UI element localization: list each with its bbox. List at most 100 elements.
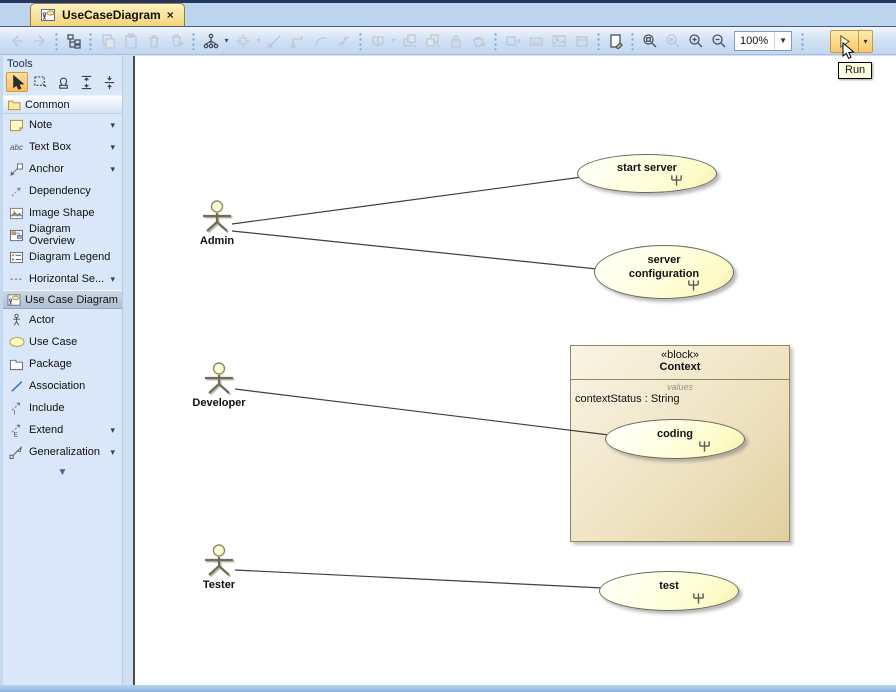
svg-text:E: E [14, 433, 18, 437]
zoom-level-combobox[interactable]: 100% ▼ [734, 31, 792, 51]
decomposition-icon [670, 174, 683, 187]
generalization-icon [8, 445, 25, 459]
sidebar-item-actor[interactable]: Actor [3, 309, 122, 331]
more-tools-chevron-icon[interactable]: ▼ [3, 463, 122, 478]
tab-bar: UseCaseDiagram × [0, 0, 896, 26]
usecase-server-configuration[interactable]: server configuration [594, 245, 734, 299]
delete-from-model-icon[interactable] [165, 30, 188, 52]
tab-usecasediagram[interactable]: UseCaseDiagram × [30, 3, 185, 26]
sidebar-item-generalization[interactable]: Generalization ▾ [3, 441, 122, 463]
decomposition-icon [698, 440, 711, 453]
layout-tree-icon[interactable] [199, 30, 222, 52]
sidebar-item-note[interactable]: Note ▾ [3, 114, 122, 136]
marquee-select-tool-button[interactable] [29, 72, 51, 92]
sidebar-item-include[interactable]: I Include [3, 397, 122, 419]
actor-name: Tester [189, 579, 249, 591]
tab-close-icon[interactable]: × [167, 8, 174, 22]
item-label: Use Case [29, 336, 77, 348]
fill-reset-icon[interactable] [467, 30, 490, 52]
sidebar-item-package[interactable]: Package [3, 353, 122, 375]
chevron-down-icon[interactable]: ▾ [110, 120, 118, 131]
zoom-region-icon[interactable] [638, 30, 661, 52]
send-to-back-icon[interactable] [421, 30, 444, 52]
sticky-tool-button[interactable] [52, 72, 74, 92]
layout-quick-icon[interactable] [231, 30, 254, 52]
association-developer-coding[interactable] [235, 389, 609, 435]
sidebar-item-association[interactable]: Association [3, 375, 122, 397]
section-common[interactable]: Common [3, 95, 122, 114]
section-use-case-diagram[interactable]: Use Case Diagram [3, 290, 122, 309]
line-straight-icon[interactable] [263, 30, 286, 52]
zoom-fit-icon[interactable] [661, 30, 684, 52]
line-curved-icon[interactable] [309, 30, 332, 52]
sidebar-item-image-shape[interactable]: Image Shape [3, 202, 122, 224]
item-label: Diagram Overview [29, 223, 118, 247]
keyboard-icon[interactable] [524, 30, 547, 52]
usecase-diagram-small-icon [7, 294, 21, 306]
zoom-out-icon[interactable] [707, 30, 730, 52]
line-rectilinear-icon[interactable] [286, 30, 309, 52]
association-admin-serverconfiguration[interactable] [232, 231, 597, 269]
chevron-down-icon[interactable]: ▾ [110, 164, 118, 175]
usecase-test[interactable]: test [599, 571, 739, 611]
containment-tree-icon[interactable] [62, 30, 85, 52]
actor-developer[interactable]: Developer [189, 362, 249, 409]
toolbar-grip [191, 32, 196, 50]
section-label: Use Case Diagram [25, 294, 118, 306]
sidebar-item-use-case[interactable]: Use Case [3, 331, 122, 353]
zoom-in-icon[interactable] [684, 30, 707, 52]
decomposition-icon [687, 279, 700, 292]
sidebar-item-text-box[interactable]: abc Text Box ▾ [3, 136, 122, 158]
window-icon[interactable] [570, 30, 593, 52]
layout-tree-caret-icon[interactable]: ▾ [222, 36, 231, 45]
chevron-down-icon[interactable]: ▾ [110, 425, 118, 436]
item-label: Horizontal Se... [29, 273, 104, 285]
forward-icon[interactable] [28, 30, 51, 52]
sidebar-item-diagram-legend[interactable]: Diagram Legend [3, 246, 122, 268]
zoom-combobox-caret-icon[interactable]: ▼ [774, 32, 791, 50]
collapse-vertical-icon [102, 75, 117, 90]
expand-vertical-icon [79, 75, 94, 90]
sidebar-item-anchor[interactable]: Anchor ▾ [3, 158, 122, 180]
run-dropdown-caret-icon[interactable]: ▾ [859, 30, 873, 53]
association-tester-test[interactable] [235, 570, 603, 588]
sidebar-item-dependency[interactable]: Dependency [3, 180, 122, 202]
chevron-down-icon[interactable]: ▾ [110, 274, 118, 285]
usecase-diagram-icon [41, 8, 56, 22]
back-icon[interactable] [5, 30, 28, 52]
image-icon[interactable] [547, 30, 570, 52]
actor-admin[interactable]: Admin [187, 200, 247, 247]
layout-quick-caret-icon[interactable]: ▾ [254, 36, 263, 45]
sidebar-item-diagram-overview[interactable]: Diagram Overview [3, 224, 122, 246]
swimlane-icon[interactable] [366, 30, 389, 52]
expand-vertically-tool-button[interactable] [75, 72, 97, 92]
swimlane-caret-icon[interactable]: ▾ [389, 36, 398, 45]
select-tool-button[interactable] [6, 72, 28, 92]
bring-to-front-icon[interactable] [398, 30, 421, 52]
copy-icon[interactable] [96, 30, 119, 52]
autosize-icon[interactable] [501, 30, 524, 52]
usecase-start-server[interactable]: start server [577, 154, 717, 193]
chevron-down-icon[interactable]: ▾ [110, 142, 118, 153]
delete-icon[interactable] [142, 30, 165, 52]
lock-icon[interactable] [444, 30, 467, 52]
sidebar-item-extend[interactable]: E Extend ▾ [3, 419, 122, 441]
association-admin-startserver[interactable] [232, 177, 582, 224]
collapse-vertically-tool-button[interactable] [98, 72, 120, 92]
toolbar-grip [800, 32, 805, 50]
diagram-canvas[interactable]: «block» Context values contextStatus : S… [133, 56, 896, 685]
sidebar-item-horizontal-separator[interactable]: --- Horizontal Se... ▾ [3, 268, 122, 290]
usecase-coding[interactable]: coding [605, 419, 745, 459]
chevron-down-icon[interactable]: ▾ [110, 447, 118, 458]
paste-icon[interactable] [119, 30, 142, 52]
line-oblique-icon[interactable] [332, 30, 355, 52]
item-label: Image Shape [29, 207, 94, 219]
item-label: Note [29, 119, 52, 131]
use-case-icon [8, 336, 25, 348]
item-label: Diagram Legend [29, 251, 110, 263]
tab-title: UseCaseDiagram [62, 8, 161, 22]
image-shape-icon [8, 207, 25, 220]
diagram-properties-icon[interactable] [604, 30, 627, 52]
actor-tester[interactable]: Tester [189, 544, 249, 591]
tools-panel: Tools Common Note ▾ abc Text Box ▾ Ancho… [0, 56, 123, 685]
